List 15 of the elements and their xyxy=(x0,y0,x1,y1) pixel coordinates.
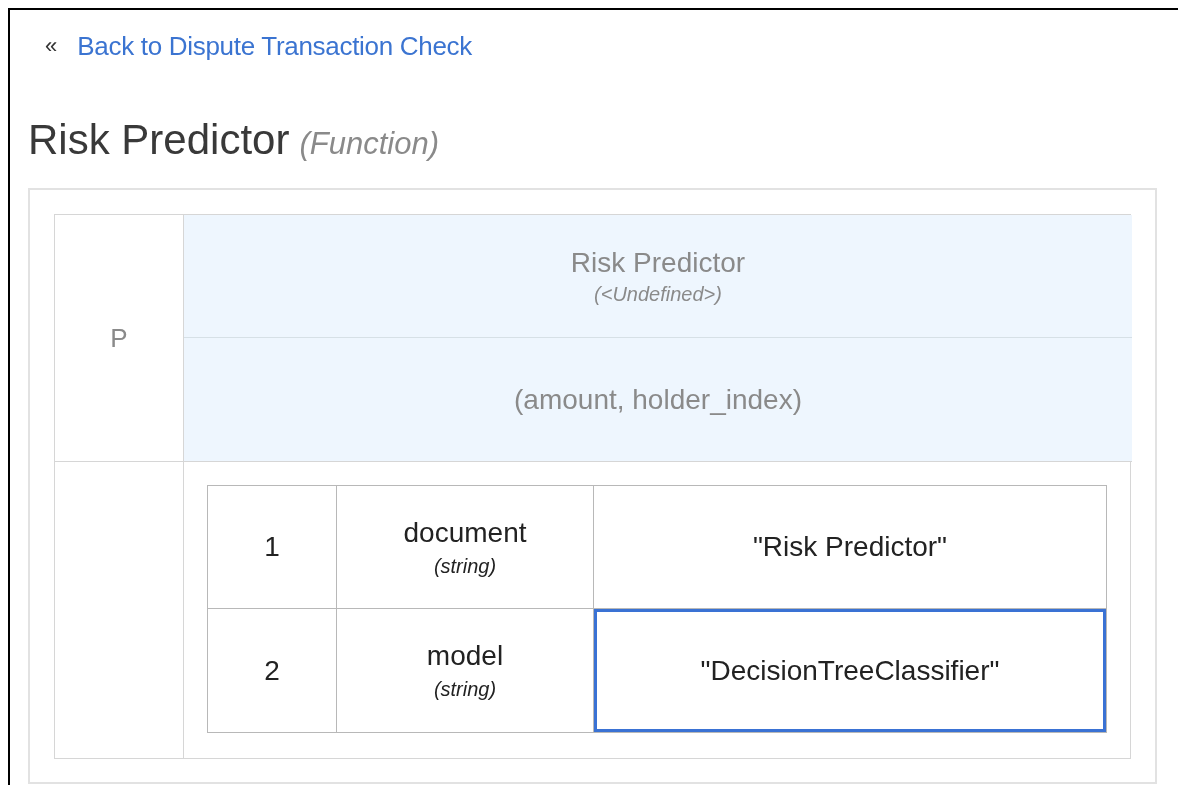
title-kind: (Function) xyxy=(299,126,439,162)
entry-name: document xyxy=(403,516,527,549)
entry-name: model xyxy=(426,640,504,672)
table-cell[interactable]: "Risk Predictor" xyxy=(594,486,1106,609)
back-link[interactable]: Back to Dispute Transaction Check xyxy=(77,30,472,62)
table-cell[interactable]: "DecisionTreeClassifier" xyxy=(594,609,1106,732)
page-title: Risk Predictor xyxy=(28,116,290,164)
function-type: (<Undefined>) xyxy=(594,282,722,306)
entry-type: (string) xyxy=(433,554,497,578)
parameters-cell: (amount, holder_index) xyxy=(184,338,1132,461)
table-cell: 1 xyxy=(208,486,337,609)
table-cell: 2 xyxy=(208,609,337,732)
entry-type: (string) xyxy=(433,678,497,701)
double-chevron-icon: « xyxy=(45,33,58,59)
function-name: Risk Predictor xyxy=(570,246,746,279)
